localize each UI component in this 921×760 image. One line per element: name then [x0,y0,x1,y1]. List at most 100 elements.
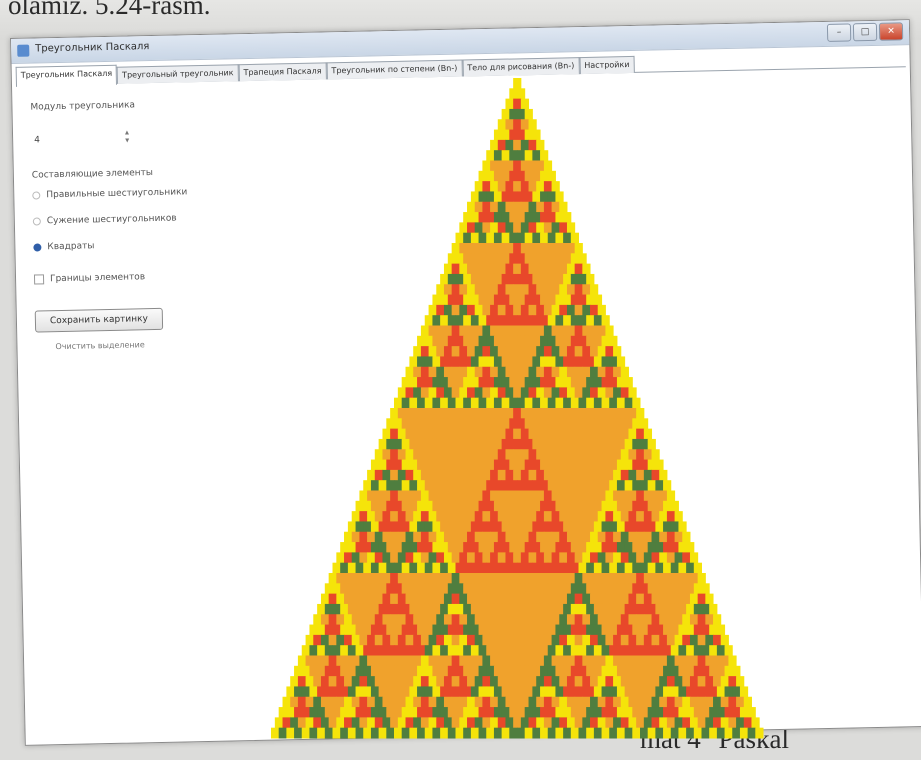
triangle-cell [578,686,587,698]
triangle-cell [509,521,518,533]
triangle-cell [497,304,506,316]
triangle-cell [320,593,330,605]
triangle-cell [374,573,383,584]
triangle-cell [301,707,310,718]
triangle-cell [467,366,476,378]
triangle-cell [586,562,595,574]
triangle-cell [566,614,576,626]
triangle-cell [320,634,330,646]
triangle-cell [513,346,522,357]
triangle-cell [509,253,518,265]
triangle-cell [513,160,522,172]
triangle-cell [378,562,387,574]
triangle-cell [578,624,587,636]
triangle-cell [540,645,549,656]
triangle-cell [405,593,414,605]
triangle-cell [620,531,629,543]
triangle-cell [524,232,533,244]
triangle-cell [532,418,541,430]
triangle-cell [470,542,480,553]
triangle-cell [666,696,676,708]
triangle-cell [501,645,510,656]
triangle-cell [478,315,487,326]
triangle-cell [432,294,441,306]
triangle-cell [532,232,541,244]
triangle-cell [586,459,595,471]
triangle-cell [436,552,445,564]
triangle-cell [432,727,441,739]
triangle-cell [490,531,499,543]
triangle-cell [424,665,433,677]
triangle-cell [532,253,541,265]
triangle-cell [570,335,579,347]
triangle-cell [578,253,587,265]
triangle-cell [401,542,410,553]
triangle-cell [309,727,318,739]
triangle-cell [351,655,360,667]
triangle-cell [486,356,495,368]
triangle-cell [397,469,407,481]
triangle-cell [540,707,549,718]
triangle-cell [697,717,706,729]
triangle-cell [509,707,518,718]
triangle-cell [463,665,472,677]
triangle-cell [359,531,368,543]
triangle-cell [643,676,653,687]
triangle-cell [632,686,641,698]
triangle-cell [601,624,610,636]
triangle-cell [332,645,341,656]
triangle-cell [486,645,495,656]
triangle-cell [747,727,756,739]
triangle-cell [490,222,499,234]
triangle-cell [693,665,702,677]
triangle-cell [463,480,472,491]
triangle-cell [555,562,564,574]
triangle-cell [351,717,360,729]
triangle-cell [394,707,403,718]
triangle-cell [528,387,537,399]
triangle-cell [470,232,480,244]
triangle-cell [428,614,437,626]
triangle-cell [563,253,572,265]
triangle-cell [436,408,445,419]
triangle-cell [705,593,714,605]
triangle-cell [467,387,476,399]
triangle-cell [536,614,545,626]
triangle-cell [413,346,422,357]
triangle-cell [636,717,645,729]
triangle-cell [367,634,376,646]
triangle-cell [632,521,641,533]
triangle-cell [574,408,583,419]
triangle-cell [536,222,545,234]
triangle-cell [540,335,549,347]
triangle-cell [378,521,387,533]
triangle-cell [370,562,380,574]
triangle-cell [643,552,653,564]
triangle-cell [593,500,603,512]
triangle-cell [386,500,395,512]
triangle-cell [482,304,491,316]
triangle-cell [482,428,491,440]
triangle-cell [609,645,618,656]
triangle-cell [440,707,449,718]
triangle-cell [394,562,403,574]
triangle-cell [666,511,676,522]
triangle-cell [517,273,526,285]
triangle-cell [447,438,456,450]
triangle-cell [420,676,430,687]
triangle-cell [520,119,530,131]
triangle-cell [520,469,530,481]
triangle-cell [505,490,514,502]
triangle-cell [563,603,572,615]
triangle-cell [651,511,660,522]
triangle-cell [732,686,741,698]
triangle-cell [497,552,506,564]
triangle-cell [659,511,668,522]
triangle-cell [505,366,514,378]
triangle-cell [574,634,583,646]
triangle-cell [547,418,556,430]
pascal-triangle-canvas[interactable] [0,0,921,760]
triangle-cell [459,511,468,522]
triangle-cell [590,593,599,605]
triangle-cell [401,624,410,636]
